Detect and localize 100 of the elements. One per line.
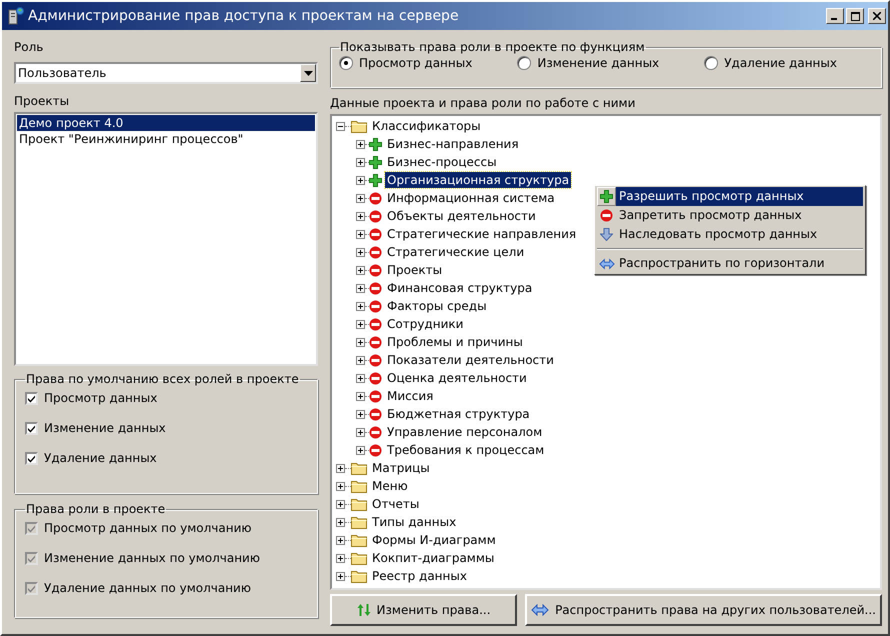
expand-icon[interactable] [356, 212, 365, 220]
expand-icon[interactable] [336, 500, 345, 508]
checkbox[interactable] [25, 422, 38, 434]
no-entry-icon [369, 426, 382, 438]
role-label: Роль [14, 40, 44, 56]
server-icon [8, 7, 24, 25]
no-entry-icon [369, 210, 382, 222]
down-arrow-icon [600, 228, 613, 241]
check-icon [27, 554, 36, 562]
tree-item[interactable]: Бюджетная структура [385, 406, 532, 422]
folder-icon [351, 461, 367, 475]
no-entry-icon [369, 282, 382, 294]
group-title: Показывать права роли в проекте по функциям [339, 40, 646, 54]
expand-icon[interactable] [356, 410, 365, 418]
check-icon [27, 524, 36, 532]
menu-item[interactable]: Наследовать просмотр данных [597, 225, 863, 244]
window-title: Администрирование прав доступа к проектам на сервере [28, 8, 460, 24]
tree-item[interactable]: Реестр данных [370, 568, 469, 584]
minimize-button[interactable] [826, 8, 844, 24]
tree-item[interactable]: Факторы среды [385, 298, 489, 314]
radio-button[interactable] [517, 56, 532, 70]
checkbox-label: Удаление данных [44, 451, 157, 465]
tree-item[interactable]: Объекты деятельности [385, 208, 538, 224]
expand-icon[interactable] [356, 194, 365, 202]
expand-icon[interactable] [336, 536, 345, 544]
project-item[interactable]: Демо проект 4.0 [17, 115, 315, 131]
expand-icon[interactable] [356, 140, 365, 148]
tree-item[interactable]: Проекты [385, 262, 444, 278]
dropdown-button[interactable] [300, 64, 316, 82]
folder-icon [351, 533, 367, 547]
tree-item[interactable]: Информационная система [385, 190, 557, 206]
close-icon [873, 12, 881, 20]
check-icon [27, 584, 36, 592]
expand-icon[interactable] [356, 320, 365, 328]
tree-item[interactable]: Показатели деятельности [385, 352, 556, 368]
expand-icon[interactable] [356, 302, 365, 310]
expand-icon[interactable] [336, 572, 345, 580]
tree-item[interactable]: Формы И-диаграмм [370, 532, 498, 548]
tree-item[interactable]: Сотрудники [385, 316, 466, 332]
expand-icon[interactable] [356, 230, 365, 238]
expand-icon[interactable] [336, 554, 345, 562]
checkbox[interactable] [25, 452, 38, 464]
expand-icon[interactable] [336, 518, 345, 526]
tree-item[interactable]: Стратегические направления [385, 226, 578, 242]
action-button[interactable]: Изменить права... [330, 594, 518, 626]
expand-icon[interactable] [356, 266, 365, 274]
plus-icon [600, 190, 613, 203]
tree-item[interactable]: Кокпит-диаграммы [370, 550, 496, 566]
menu-item[interactable]: Распространить по горизонтали [597, 254, 863, 273]
expand-icon[interactable] [356, 284, 365, 292]
tree-item[interactable]: Требования к процессам [385, 442, 546, 458]
expand-icon[interactable] [336, 482, 345, 490]
tree-item[interactable]: Матрицы [370, 460, 432, 476]
tree-item[interactable]: Стратегические цели [385, 244, 526, 260]
role-dropdown[interactable]: Пользователь [14, 62, 318, 84]
expand-icon[interactable] [356, 338, 365, 346]
menu-item[interactable]: Запретить просмотр данных [597, 206, 863, 225]
tree-item[interactable]: Миссия [385, 388, 436, 404]
tree-item[interactable]: Меню [370, 478, 410, 494]
expand-icon[interactable] [356, 392, 365, 400]
checkbox-label: Удаление данных по умолчанию [44, 581, 251, 595]
no-entry-icon [369, 354, 382, 366]
radio-label: Удаление данных [724, 56, 837, 70]
expand-icon[interactable] [356, 248, 365, 256]
expand-icon[interactable] [356, 176, 365, 184]
caret-icon [304, 70, 312, 76]
expand-icon[interactable] [356, 446, 365, 454]
no-entry-icon [600, 209, 613, 222]
maximize-button[interactable] [846, 8, 864, 24]
radio-button[interactable] [339, 56, 353, 70]
expand-icon[interactable] [356, 356, 365, 364]
checkbox[interactable] [25, 392, 38, 404]
plus-icon [369, 174, 382, 186]
no-entry-icon [369, 300, 382, 312]
tree-item[interactable]: Типы данных [370, 514, 458, 530]
tree-item[interactable]: Оценка деятельности [385, 370, 529, 386]
checkbox-label: Изменение данных по умолчанию [44, 551, 260, 565]
close-button[interactable] [868, 8, 886, 24]
tree-item[interactable]: Финансовая структура [385, 280, 534, 296]
tree-item[interactable]: Проблемы и причины [385, 334, 525, 350]
folder-icon [351, 497, 367, 511]
no-entry-icon [369, 408, 382, 420]
collapse-icon[interactable] [336, 122, 345, 130]
expand-icon[interactable] [356, 374, 365, 382]
no-entry-icon [369, 336, 382, 348]
radio-button[interactable] [704, 56, 718, 70]
projects-label: Проекты [14, 94, 70, 110]
tree-item[interactable]: Бизнес-процессы [385, 154, 499, 170]
tree-item[interactable]: Организационная структура [385, 172, 572, 188]
tree-item[interactable]: Управление персоналом [385, 424, 544, 440]
up-down-arrows-icon [356, 603, 371, 617]
no-entry-icon [369, 228, 382, 240]
tree-item[interactable]: Бизнес-направления [385, 136, 521, 152]
expand-icon[interactable] [356, 158, 365, 166]
action-button[interactable]: Распространить права на других пользователей... [525, 594, 882, 626]
project-item[interactable]: Проект "Реинжиниринг процессов" [17, 131, 315, 147]
expand-icon[interactable] [336, 464, 345, 472]
expand-icon[interactable] [356, 428, 365, 436]
tree-item[interactable]: Классификаторы [370, 118, 483, 134]
tree-item[interactable]: Отчеты [370, 496, 422, 512]
